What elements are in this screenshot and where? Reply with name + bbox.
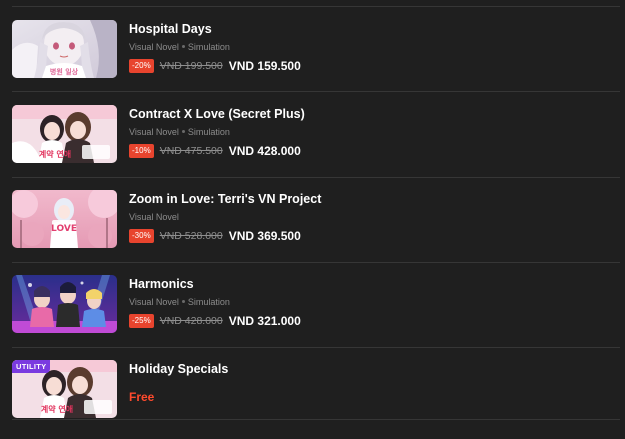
divider bbox=[12, 91, 620, 92]
genre-tag: Visual Novel bbox=[129, 212, 179, 222]
utility-badge: UTILITY bbox=[12, 360, 51, 373]
sale-price: VND 428.000 bbox=[228, 144, 301, 158]
divider bbox=[12, 347, 620, 348]
price-row: -30% VND 528.000 VND 369.500 bbox=[129, 229, 301, 243]
game-title[interactable]: Harmonics bbox=[129, 277, 194, 291]
thumbnail-logo-text: 계약 연애 bbox=[41, 404, 73, 414]
game-genres: Visual Novel Simulation bbox=[129, 297, 230, 307]
game-item-holiday-specials[interactable]: 계약 연애 UTILITY Holiday Specials Free bbox=[12, 360, 620, 418]
discount-badge: -10% bbox=[129, 144, 154, 158]
genre-tag: Visual Novel bbox=[129, 42, 179, 52]
price-row: -20% VND 199.500 VND 159.500 bbox=[129, 59, 301, 73]
thumbnail-logo-text: LOVE bbox=[51, 224, 77, 234]
game-title[interactable]: Hospital Days bbox=[129, 22, 212, 36]
game-genres: Visual Novel bbox=[129, 212, 179, 222]
game-list: 병원 일상 Hospital Days Visual Novel Simulati… bbox=[0, 0, 625, 439]
divider bbox=[12, 6, 620, 7]
game-item-zoom-in-love[interactable]: LOVE Zoom in Love: Terri's VN Project Vi… bbox=[12, 190, 620, 248]
genre-tag: Simulation bbox=[187, 297, 230, 307]
divider bbox=[12, 419, 620, 420]
game-title[interactable]: Contract X Love (Secret Plus) bbox=[129, 107, 305, 121]
sale-price: VND 369.500 bbox=[228, 229, 301, 243]
separator-dot bbox=[181, 300, 185, 304]
game-thumbnail[interactable]: 병원 일상 bbox=[12, 20, 117, 78]
discount-badge: -25% bbox=[129, 314, 154, 328]
thumbnail-logo-text: 병원 일상 bbox=[50, 67, 79, 76]
original-price: VND 475.500 bbox=[159, 145, 223, 157]
separator-dot bbox=[181, 45, 185, 49]
thumbnail-logo-text: 계약 연애 bbox=[39, 149, 71, 159]
genre-tag: Simulation bbox=[187, 42, 230, 52]
genre-tag: Visual Novel bbox=[129, 297, 179, 307]
sale-price: VND 321.000 bbox=[228, 314, 301, 328]
game-item-harmonics[interactable]: Harmonics Visual Novel Simulation -25% VN… bbox=[12, 275, 620, 333]
free-price-label: Free bbox=[129, 390, 155, 404]
game-genres: Visual Novel Simulation bbox=[129, 42, 230, 52]
game-thumbnail[interactable] bbox=[12, 275, 117, 333]
sale-price: VND 159.500 bbox=[228, 59, 301, 73]
price-row: -10% VND 475.500 VND 428.000 bbox=[129, 144, 301, 158]
game-thumbnail[interactable]: 계약 연애 bbox=[12, 105, 117, 163]
price-row: -25% VND 428.000 VND 321.000 bbox=[129, 314, 301, 328]
original-price: VND 199.500 bbox=[159, 60, 223, 72]
discount-badge: -30% bbox=[129, 229, 154, 243]
original-price: VND 528.000 bbox=[159, 230, 223, 242]
divider bbox=[12, 262, 620, 263]
game-title[interactable]: Holiday Specials bbox=[129, 362, 228, 376]
game-item-hospital-days[interactable]: 병원 일상 Hospital Days Visual Novel Simulati… bbox=[12, 20, 620, 78]
original-price: VND 428.000 bbox=[159, 315, 223, 327]
game-genres: Visual Novel Simulation bbox=[129, 127, 230, 137]
discount-badge: -20% bbox=[129, 59, 154, 73]
genre-tag: Simulation bbox=[187, 127, 230, 137]
genre-tag: Visual Novel bbox=[129, 127, 179, 137]
game-thumbnail[interactable]: LOVE bbox=[12, 190, 117, 248]
game-title[interactable]: Zoom in Love: Terri's VN Project bbox=[129, 192, 321, 206]
divider bbox=[12, 177, 620, 178]
game-thumbnail[interactable]: 계약 연애 UTILITY bbox=[12, 360, 117, 418]
separator-dot bbox=[181, 130, 185, 134]
game-item-contract-x-love[interactable]: 계약 연애 Contract X Love (Secret Plus) Visu… bbox=[12, 105, 620, 163]
